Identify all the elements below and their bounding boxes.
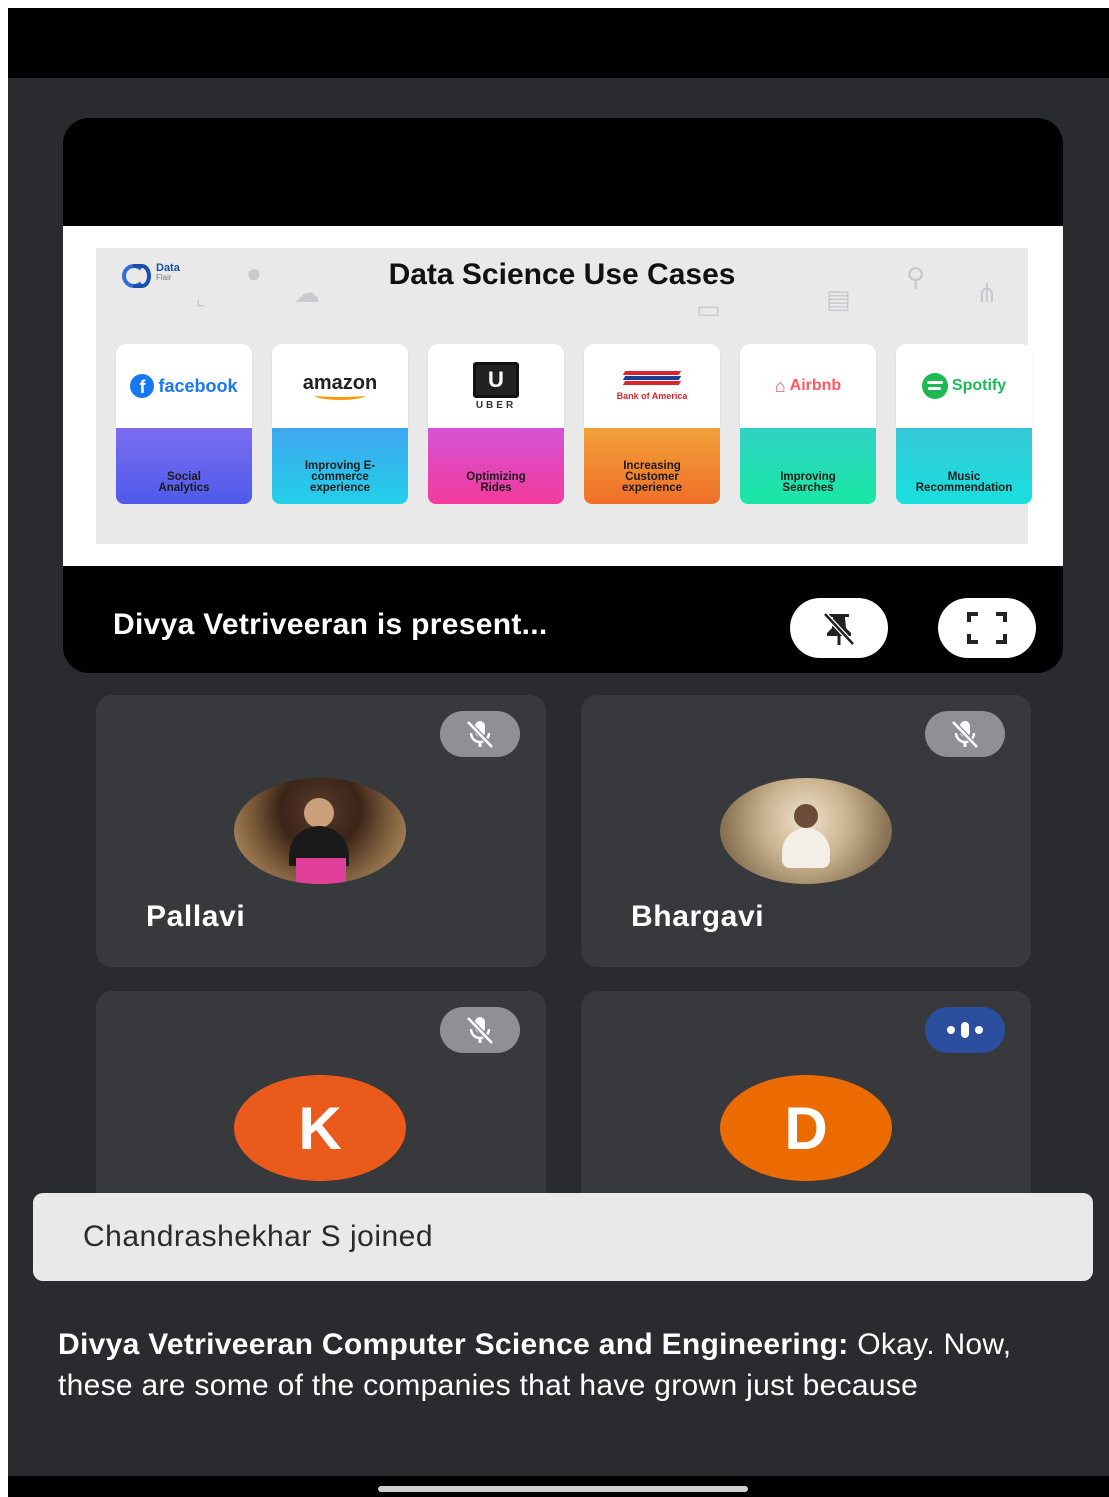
- participant-name: Bhargavi: [631, 900, 765, 933]
- use-case-card-amazon: amazon Improving E-commerce experience: [272, 344, 408, 504]
- fullscreen-button[interactable]: [938, 598, 1036, 658]
- use-case-card-facebook: f facebook Social Analytics: [116, 344, 252, 504]
- meet-screen: Data Flair ● ⌞ ☁ ⚲ ▤ ▭ ⋔ Data Science Us…: [8, 8, 1109, 1497]
- mic-muted-badge: [440, 711, 520, 757]
- use-case-desc: Improving E-commerce experience: [304, 460, 376, 494]
- monitor-icon: ▭: [696, 294, 721, 324]
- avatar-initial: D: [720, 1075, 892, 1181]
- mic-off-icon: [466, 1016, 494, 1045]
- join-notification-text: Chandrashekhar S joined: [83, 1220, 434, 1253]
- mic-muted-badge: [440, 1007, 520, 1053]
- unpin-icon: [823, 612, 855, 646]
- join-notification: Chandrashekhar S joined: [33, 1193, 1093, 1281]
- participant-tile-pallavi[interactable]: Pallavi: [96, 695, 546, 967]
- home-gesture-handle[interactable]: [378, 1486, 748, 1492]
- brand-label: Bank of America: [616, 391, 688, 401]
- use-case-desc: Social Analytics: [158, 471, 210, 494]
- live-caption: Divya Vetriveeran Computer Science and E…: [58, 1324, 1068, 1406]
- mic-off-icon: [466, 720, 494, 749]
- use-case-card-airbnb: ⌂ Airbnb Improving Searches: [740, 344, 876, 504]
- use-case-desc: Improving Searches: [780, 471, 836, 494]
- brand-label: facebook: [158, 375, 238, 396]
- audio-level-icon: [947, 1022, 983, 1038]
- mic-muted-badge: [925, 711, 1005, 757]
- avatar: [720, 778, 892, 884]
- system-nav-bar: [8, 1476, 1109, 1497]
- avatar: [234, 778, 406, 884]
- use-case-desc: Increasing Customer experience: [621, 460, 683, 494]
- caption-speaker: Divya Vetriveeran Computer Science and E…: [58, 1328, 849, 1361]
- speaking-badge: [925, 1007, 1005, 1053]
- facebook-icon: f: [130, 374, 155, 398]
- brand-label: Spotify: [951, 377, 1007, 394]
- brand-label: Airbnb: [789, 377, 842, 394]
- mic-off-icon: [951, 720, 979, 749]
- use-case-desc: Optimizing Rides: [466, 471, 526, 494]
- presentation-tile[interactable]: Data Flair ● ⌞ ☁ ⚲ ▤ ▭ ⋔ Data Science Us…: [63, 118, 1063, 673]
- use-case-desc: Music Recommendation: [915, 471, 1013, 494]
- slide-canvas: Data Flair ● ⌞ ☁ ⚲ ▤ ▭ ⋔ Data Science Us…: [96, 248, 1032, 544]
- spotify-icon: [921, 373, 948, 399]
- use-case-card-spotify: Spotify Music Recommendation: [896, 344, 1032, 504]
- presenter-label: Divya Vetriveeran is present...: [113, 608, 548, 641]
- slide-title: Data Science Use Cases: [388, 258, 736, 291]
- participant-tile-d[interactable]: D: [581, 991, 1031, 1211]
- participant-tile-bhargavi[interactable]: Bhargavi: [581, 695, 1031, 967]
- avatar-initial: K: [234, 1075, 406, 1181]
- airbnb-icon: ⌂: [774, 375, 786, 396]
- participant-name: Pallavi: [146, 900, 246, 933]
- fullscreen-icon: [967, 612, 1007, 644]
- unpin-button[interactable]: [790, 598, 888, 658]
- amazon-smile-icon: [315, 391, 365, 400]
- shared-slide: Data Flair ● ⌞ ☁ ⚲ ▤ ▭ ⋔ Data Science Us…: [63, 226, 1063, 566]
- use-case-card-bank-of-america: Bank of America Increasing Customer expe…: [584, 344, 720, 504]
- participant-tile-k[interactable]: K: [96, 991, 546, 1211]
- uber-icon: U: [473, 361, 519, 398]
- bank-of-america-flag-icon: [622, 371, 682, 389]
- brand-label: UBER: [475, 399, 517, 411]
- use-case-card-uber: U UBER Optimizing Rides: [428, 344, 564, 504]
- status-bar: [8, 8, 1109, 78]
- use-case-cards: f facebook Social Analytics amazon Impro…: [116, 344, 1032, 504]
